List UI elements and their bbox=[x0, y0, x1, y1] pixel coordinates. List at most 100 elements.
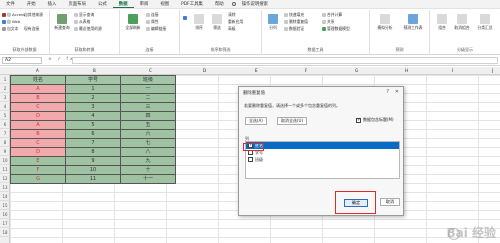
row-header[interactable]: 3 bbox=[0, 93, 10, 102]
id-cell[interactable]: 4 bbox=[65, 111, 121, 121]
id-cell[interactable]: 7 bbox=[65, 138, 121, 148]
tab-view[interactable]: 视图 bbox=[154, 1, 175, 7]
sort-az-button[interactable] bbox=[183, 16, 187, 20]
column-header-h[interactable]: H bbox=[405, 68, 408, 73]
row-header[interactable]: 13 bbox=[0, 183, 10, 192]
ungroup-button[interactable]: 取消组合 bbox=[452, 14, 472, 31]
class-cell[interactable]: 十一 bbox=[120, 174, 176, 184]
name-cell[interactable]: B bbox=[10, 93, 66, 103]
header-class[interactable]: 班级 bbox=[120, 75, 176, 85]
column-option-student-id[interactable]: 学号 bbox=[246, 149, 399, 156]
from-table-button[interactable]: 从表格 bbox=[74, 19, 90, 25]
row-header[interactable]: 5 bbox=[0, 111, 10, 120]
tab-review[interactable]: 审阅 bbox=[134, 1, 155, 7]
id-cell[interactable]: 1 bbox=[65, 84, 121, 94]
name-cell[interactable]: C bbox=[10, 138, 66, 148]
subtotal-button[interactable]: 分类汇总 bbox=[474, 14, 496, 31]
cancel-button[interactable]: 取消 bbox=[380, 198, 400, 206]
name-cell[interactable]: A bbox=[10, 120, 66, 130]
column-option-name[interactable]: 姓名 bbox=[246, 142, 399, 149]
column-option-class[interactable]: 班级 bbox=[246, 156, 399, 163]
name-cell[interactable]: E bbox=[10, 156, 66, 166]
column-header-a[interactable]: A bbox=[36, 68, 39, 73]
id-cell[interactable]: 10 bbox=[65, 165, 121, 175]
column-header-c[interactable]: C bbox=[149, 68, 152, 73]
name-cell[interactable]: A bbox=[10, 84, 66, 94]
text-to-columns-button[interactable]: 分列 bbox=[266, 14, 280, 31]
reapply-button[interactable]: 重新应用 bbox=[228, 19, 243, 25]
sort-button[interactable]: 排序 bbox=[192, 14, 206, 31]
class-cell[interactable]: 八 bbox=[120, 147, 176, 157]
name-cell[interactable]: D bbox=[10, 111, 66, 121]
recent-sources-button[interactable]: 最近使用的源 bbox=[74, 26, 102, 32]
row-header[interactable]: 18 bbox=[0, 228, 10, 237]
id-cell[interactable]: 11 bbox=[65, 174, 121, 184]
connections-button[interactable]: 连接 bbox=[146, 12, 159, 18]
group-button[interactable]: 组合 bbox=[434, 14, 450, 31]
formula-icons[interactable]: × ✓ fx bbox=[48, 57, 75, 62]
tab-help[interactable]: 帮助 bbox=[209, 1, 230, 7]
column-header-j[interactable]: J bbox=[492, 68, 493, 73]
class-cell[interactable]: 三 bbox=[120, 102, 176, 112]
row-header[interactable]: 4 bbox=[0, 102, 10, 111]
id-cell[interactable]: 9 bbox=[65, 156, 121, 166]
class-cell[interactable]: 九 bbox=[120, 156, 176, 166]
column-header-g[interactable]: G bbox=[355, 68, 358, 73]
tab-insert[interactable]: 插入 bbox=[42, 1, 63, 7]
formula-input[interactable] bbox=[72, 57, 498, 64]
refresh-all-button[interactable]: 全部刷新 bbox=[124, 14, 142, 31]
properties-button[interactable]: 属性 bbox=[146, 19, 159, 25]
show-queries-button[interactable]: 显示查询 bbox=[74, 12, 94, 18]
manage-data-model-button[interactable]: 管理数据模型 bbox=[322, 26, 350, 32]
row-header[interactable]: 6 bbox=[0, 120, 10, 129]
forecast-sheet-button[interactable]: 预测工作表 bbox=[402, 14, 424, 31]
class-cell[interactable]: 十 bbox=[120, 165, 176, 175]
row-header[interactable]: 7 bbox=[0, 129, 10, 138]
row-header[interactable]: 11 bbox=[0, 165, 10, 174]
edit-links-button[interactable]: 编辑链接 bbox=[146, 26, 166, 32]
class-cell[interactable]: 一 bbox=[120, 84, 176, 94]
select-all-button[interactable]: 全选(A) bbox=[245, 117, 267, 125]
row-header[interactable]: 14 bbox=[0, 192, 10, 201]
tab-file[interactable]: 文件 bbox=[0, 1, 21, 7]
ok-button[interactable]: 确定 bbox=[344, 199, 368, 207]
from-access-button[interactable]: 自 Access bbox=[2, 12, 25, 18]
other-sources-button[interactable]: 自其他来源 bbox=[24, 12, 43, 18]
advanced-filter-button[interactable]: 高级 bbox=[228, 26, 236, 32]
has-header-checkbox[interactable]: 数据包含标题(M) bbox=[356, 117, 394, 123]
class-cell[interactable]: 四 bbox=[120, 111, 176, 121]
tell-me-search[interactable]: 操作说明搜索 bbox=[236, 1, 274, 7]
from-web-button[interactable]: 自 Web bbox=[2, 19, 20, 25]
class-cell[interactable]: 六 bbox=[120, 129, 176, 139]
close-icon[interactable]: ✕ bbox=[395, 89, 399, 95]
tab-page-layout[interactable]: 页面布局 bbox=[62, 1, 92, 7]
name-cell[interactable]: F bbox=[10, 165, 66, 175]
new-query-button[interactable]: 新建查询 bbox=[54, 14, 70, 31]
header-student-id[interactable]: 学号 bbox=[65, 75, 121, 85]
row-header[interactable]: 1 bbox=[0, 75, 10, 84]
row-header[interactable]: 8 bbox=[0, 138, 10, 147]
name-cell[interactable]: B bbox=[10, 129, 66, 139]
clear-filter-button[interactable]: 清除 bbox=[228, 12, 236, 18]
tab-pdf-tools[interactable]: PDF工具集 bbox=[175, 1, 209, 7]
class-cell[interactable]: 七 bbox=[120, 138, 176, 148]
column-header-e[interactable]: E bbox=[255, 68, 258, 73]
id-cell[interactable]: 5 bbox=[65, 120, 121, 130]
from-text-button[interactable]: 自文本 bbox=[2, 26, 18, 32]
row-header[interactable]: 10 bbox=[0, 156, 10, 165]
what-if-analysis-button[interactable]: 模拟分析 bbox=[374, 14, 396, 31]
tab-home[interactable]: 开始 bbox=[21, 1, 42, 7]
data-validation-button[interactable]: 数据验证 bbox=[284, 26, 304, 32]
row-header[interactable]: 12 bbox=[0, 174, 10, 183]
name-cell[interactable]: D bbox=[10, 147, 66, 157]
row-header[interactable]: 15 bbox=[0, 201, 10, 210]
row-header[interactable]: 17 bbox=[0, 219, 10, 228]
name-cell[interactable]: C bbox=[10, 102, 66, 112]
id-cell[interactable]: 6 bbox=[65, 129, 121, 139]
column-header-f[interactable]: F bbox=[305, 68, 307, 73]
tab-formulas[interactable]: 公式 bbox=[92, 1, 113, 7]
checkbox-icon[interactable] bbox=[248, 157, 253, 162]
name-cell[interactable]: G bbox=[10, 174, 66, 184]
id-cell[interactable]: 8 bbox=[65, 147, 121, 157]
name-box[interactable]: A2 bbox=[2, 57, 42, 64]
